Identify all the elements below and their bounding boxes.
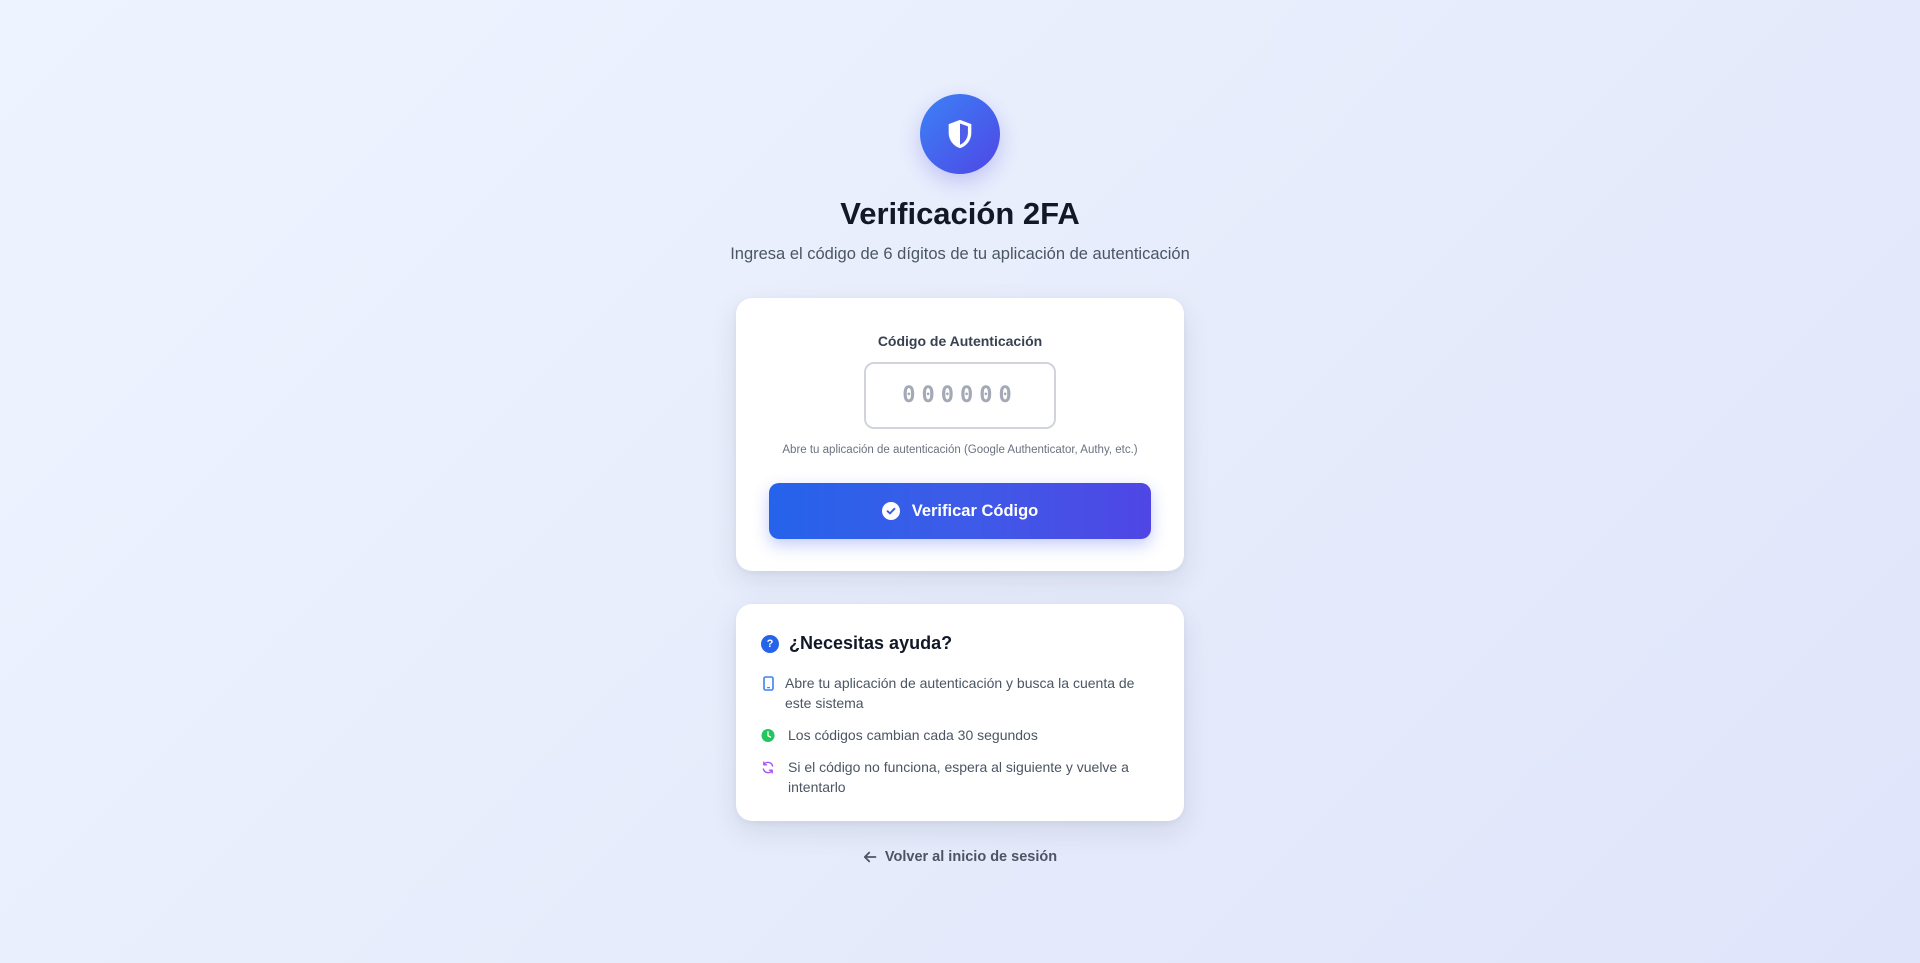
- help-item-text: Abre tu aplicación de autenticación y bu…: [785, 675, 1135, 711]
- clock-icon: [761, 725, 775, 745]
- shield-badge: [920, 94, 1000, 174]
- shield-icon: [948, 119, 972, 149]
- code-input[interactable]: [864, 362, 1056, 429]
- help-item-text: Si el código no funciona, espera al sigu…: [788, 759, 1129, 795]
- help-item-open-app: Abre tu aplicación de autenticación y bu…: [761, 673, 1161, 713]
- code-label: Código de Autenticación: [877, 333, 1043, 349]
- verify-code-label: Verificar Código: [911, 501, 1039, 520]
- check-circle-icon: [881, 502, 900, 520]
- verification-card: Código de Autenticación Abre tu aplicaci…: [736, 298, 1184, 571]
- help-item-retry: Si el código no funciona, espera al sigu…: [761, 757, 1161, 797]
- two-factor-page: Verificación 2FA Ingresa el código de 6 …: [0, 0, 1920, 963]
- back-to-login-link[interactable]: Volver al inicio de sesión: [0, 849, 1920, 865]
- help-item-codes-change: Los códigos cambian cada 30 segundos: [761, 725, 1161, 745]
- verify-code-button[interactable]: Verificar Código: [769, 483, 1151, 539]
- help-title: ? ¿Necesitas ayuda?: [761, 633, 952, 654]
- help-card: ? ¿Necesitas ayuda? Abre tu aplicación d…: [736, 604, 1184, 821]
- help-title-text: ¿Necesitas ayuda?: [789, 633, 953, 653]
- page-subtitle: Ingresa el código de 6 dígitos de tu apl…: [730, 245, 1190, 263]
- back-to-login-label: Volver al inicio de sesión: [884, 849, 1058, 865]
- arrow-left-icon: [863, 851, 877, 863]
- help-item-text: Los códigos cambian cada 30 segundos: [788, 727, 1038, 743]
- code-hint: Abre tu aplicación de autenticación (Goo…: [782, 444, 1138, 456]
- question-circle-icon: ?: [761, 634, 779, 653]
- page-title: Verificación 2FA: [840, 196, 1080, 231]
- smartphone-icon: [761, 673, 775, 693]
- refresh-icon: [761, 757, 775, 777]
